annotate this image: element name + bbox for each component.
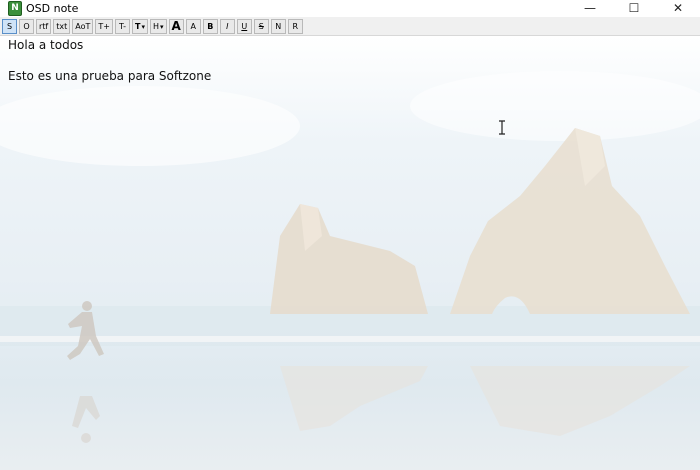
minimize-icon: — [584, 1, 596, 15]
text-color-label: T [134, 21, 141, 31]
chevron-down-icon: ▾ [159, 22, 164, 31]
toolbar-button-font-smaller[interactable]: A [185, 18, 201, 34]
toolbar-button-italic[interactable]: I [219, 18, 235, 34]
toolbar-button-open[interactable]: O [19, 18, 34, 34]
close-button[interactable]: ✕ [656, 0, 700, 16]
toolbar-button-transparency-plus[interactable]: T+ [95, 18, 113, 34]
maximize-icon: ☐ [628, 1, 640, 15]
osd-note-window: N OSD note — ☐ ✕ S O rtf txt AoT T+ T- T… [0, 0, 700, 470]
toolbar: S O rtf txt AoT T+ T- T▾ H▾ A A B I U S … [0, 17, 700, 36]
window-controls: — ☐ ✕ [568, 0, 700, 16]
minimize-button[interactable]: — [568, 0, 612, 16]
toolbar-button-save[interactable]: S [2, 18, 17, 34]
text-cursor-icon [499, 120, 505, 135]
window-title: OSD note [26, 1, 79, 15]
toolbar-button-always-on-top[interactable]: AoT [72, 18, 94, 34]
note-editor[interactable]: Hola a todos Esto es una prueba para Sof… [0, 36, 700, 470]
toolbar-button-txt[interactable]: txt [53, 18, 71, 34]
wallpaper-background [0, 71, 700, 443]
close-icon: ✕ [672, 1, 684, 15]
maximize-button[interactable]: ☐ [612, 0, 656, 16]
highlight-label: H [152, 21, 159, 31]
toolbar-button-text-color[interactable]: T▾ [131, 18, 148, 34]
toolbar-button-highlight[interactable]: H▾ [149, 18, 167, 34]
toolbar-button-bold[interactable]: B [202, 18, 218, 34]
toolbar-button-new[interactable]: N [270, 18, 286, 34]
chevron-down-icon: ▾ [141, 22, 145, 31]
toolbar-button-font-larger[interactable]: A [168, 18, 184, 34]
toolbar-button-strikethrough[interactable]: S [253, 18, 269, 34]
toolbar-button-rtf[interactable]: rtf [36, 18, 52, 34]
editor-text-line: Hola a todos [8, 38, 84, 52]
toolbar-button-transparency-minus[interactable]: T- [114, 18, 130, 34]
notepad-icon: N [8, 0, 22, 16]
toolbar-button-r[interactable]: R [287, 18, 303, 34]
editor-text-line: Esto es una prueba para Softzone [8, 69, 212, 83]
toolbar-button-underline[interactable]: U [236, 18, 252, 34]
title-bar[interactable]: N OSD note — ☐ ✕ [0, 0, 700, 16]
